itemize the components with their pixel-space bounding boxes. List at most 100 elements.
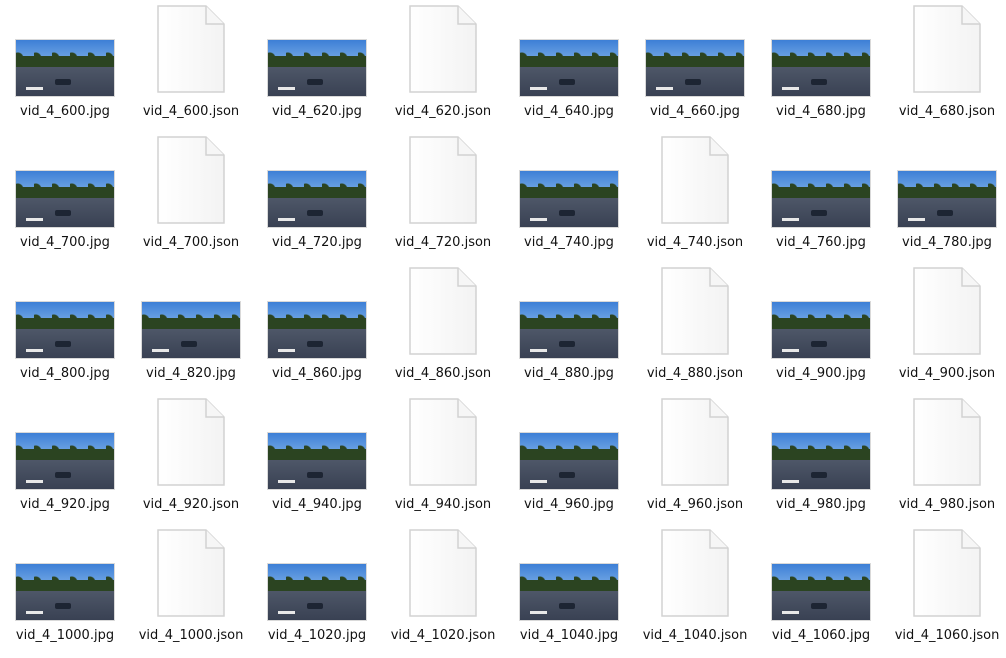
file-name-label: vid_4_1060.json — [894, 628, 1000, 643]
json-file-item[interactable]: vid_4_980.json — [884, 393, 1006, 524]
image-thumbnail — [268, 302, 366, 358]
image-thumbnail — [520, 171, 618, 227]
file-name-label: vid_4_960.json — [646, 497, 744, 512]
json-file-item[interactable]: vid_4_900.json — [884, 262, 1006, 393]
jpg-file-item[interactable]: vid_4_1040.jpg — [506, 524, 632, 655]
file-name-label: vid_4_1000.json — [138, 628, 244, 643]
file-name-label: vid_4_1020.json — [390, 628, 496, 643]
file-name-label: vid_4_680.jpg — [776, 104, 866, 119]
jpg-file-item[interactable]: vid_4_940.jpg — [254, 393, 380, 524]
jpg-file-item[interactable]: vid_4_600.jpg — [2, 0, 128, 131]
jpg-file-item[interactable]: vid_4_700.jpg — [2, 131, 128, 262]
image-thumbnail — [772, 302, 870, 358]
image-thumbnail — [268, 433, 366, 489]
json-file-item[interactable]: vid_4_1060.json — [884, 524, 1006, 655]
document-icon — [660, 528, 730, 618]
image-thumbnail — [16, 302, 114, 358]
file-name-label: vid_4_760.jpg — [776, 235, 866, 250]
jpg-file-item[interactable]: vid_4_1060.jpg — [758, 524, 884, 655]
json-file-item[interactable]: vid_4_680.json — [884, 0, 1006, 131]
image-thumbnail — [898, 171, 996, 227]
image-thumbnail — [772, 564, 870, 620]
json-file-item[interactable]: vid_4_940.json — [380, 393, 506, 524]
document-icon — [156, 528, 226, 618]
document-icon — [156, 4, 226, 94]
json-file-item[interactable]: vid_4_920.json — [128, 393, 254, 524]
file-name-label: vid_4_1040.jpg — [519, 628, 619, 643]
json-file-item[interactable]: vid_4_1000.json — [128, 524, 254, 655]
file-name-label: vid_4_620.json — [394, 104, 492, 119]
image-thumbnail — [520, 40, 618, 96]
file-name-label: vid_4_980.jpg — [776, 497, 866, 512]
json-file-item[interactable]: vid_4_740.json — [632, 131, 758, 262]
json-file-item[interactable]: vid_4_600.json — [128, 0, 254, 131]
jpg-file-item[interactable]: vid_4_660.jpg — [632, 0, 758, 131]
jpg-file-item[interactable]: vid_4_1000.jpg — [2, 524, 128, 655]
file-name-label: vid_4_880.jpg — [524, 366, 614, 381]
file-name-label: vid_4_860.json — [394, 366, 492, 381]
document-icon — [912, 266, 982, 356]
file-name-label: vid_4_1020.jpg — [267, 628, 367, 643]
file-name-label: vid_4_1060.jpg — [771, 628, 871, 643]
document-icon — [156, 135, 226, 225]
image-thumbnail — [268, 40, 366, 96]
jpg-file-item[interactable]: vid_4_760.jpg — [758, 131, 884, 262]
file-name-label: vid_4_800.jpg — [20, 366, 110, 381]
document-icon — [156, 397, 226, 487]
file-name-label: vid_4_1000.jpg — [15, 628, 115, 643]
json-file-item[interactable]: vid_4_1020.json — [380, 524, 506, 655]
file-name-label: vid_4_700.jpg — [20, 235, 110, 250]
jpg-file-item[interactable]: vid_4_780.jpg — [884, 131, 1006, 262]
jpg-file-item[interactable]: vid_4_640.jpg — [506, 0, 632, 131]
file-name-label: vid_4_880.json — [646, 366, 744, 381]
jpg-file-item[interactable]: vid_4_820.jpg — [128, 262, 254, 393]
json-file-item[interactable]: vid_4_700.json — [128, 131, 254, 262]
file-name-label: vid_4_700.json — [142, 235, 240, 250]
json-file-item[interactable]: vid_4_720.json — [380, 131, 506, 262]
file-name-label: vid_4_940.jpg — [272, 497, 362, 512]
jpg-file-item[interactable]: vid_4_620.jpg — [254, 0, 380, 131]
json-file-item[interactable]: vid_4_860.json — [380, 262, 506, 393]
file-name-label: vid_4_600.json — [142, 104, 240, 119]
document-icon — [408, 266, 478, 356]
jpg-file-item[interactable]: vid_4_720.jpg — [254, 131, 380, 262]
file-name-label: vid_4_940.json — [394, 497, 492, 512]
file-name-label: vid_4_660.jpg — [650, 104, 740, 119]
jpg-file-item[interactable]: vid_4_1020.jpg — [254, 524, 380, 655]
jpg-file-item[interactable]: vid_4_800.jpg — [2, 262, 128, 393]
jpg-file-item[interactable]: vid_4_920.jpg — [2, 393, 128, 524]
file-name-label: vid_4_740.jpg — [524, 235, 614, 250]
jpg-file-item[interactable]: vid_4_960.jpg — [506, 393, 632, 524]
jpg-file-item[interactable]: vid_4_860.jpg — [254, 262, 380, 393]
document-icon — [660, 266, 730, 356]
jpg-file-item[interactable]: vid_4_680.jpg — [758, 0, 884, 131]
image-thumbnail — [772, 40, 870, 96]
image-thumbnail — [268, 564, 366, 620]
file-name-label: vid_4_620.jpg — [272, 104, 362, 119]
document-icon — [912, 528, 982, 618]
jpg-file-item[interactable]: vid_4_880.jpg — [506, 262, 632, 393]
image-thumbnail — [646, 40, 744, 96]
document-icon — [408, 135, 478, 225]
image-thumbnail — [16, 40, 114, 96]
document-icon — [408, 528, 478, 618]
jpg-file-item[interactable]: vid_4_900.jpg — [758, 262, 884, 393]
file-name-label: vid_4_680.json — [898, 104, 996, 119]
file-grid: vid_4_600.jpg vid_4_600.json vid_4_620.jpg… — [0, 0, 1006, 658]
file-name-label: vid_4_980.json — [898, 497, 996, 512]
image-thumbnail — [520, 564, 618, 620]
json-file-item[interactable]: vid_4_1040.json — [632, 524, 758, 655]
image-thumbnail — [16, 171, 114, 227]
image-thumbnail — [520, 302, 618, 358]
file-name-label: vid_4_720.jpg — [272, 235, 362, 250]
jpg-file-item[interactable]: vid_4_980.jpg — [758, 393, 884, 524]
image-thumbnail — [520, 433, 618, 489]
file-name-label: vid_4_920.jpg — [20, 497, 110, 512]
jpg-file-item[interactable]: vid_4_740.jpg — [506, 131, 632, 262]
json-file-item[interactable]: vid_4_620.json — [380, 0, 506, 131]
file-name-label: vid_4_740.json — [646, 235, 744, 250]
json-file-item[interactable]: vid_4_960.json — [632, 393, 758, 524]
json-file-item[interactable]: vid_4_880.json — [632, 262, 758, 393]
image-thumbnail — [772, 433, 870, 489]
file-name-label: vid_4_820.jpg — [146, 366, 236, 381]
